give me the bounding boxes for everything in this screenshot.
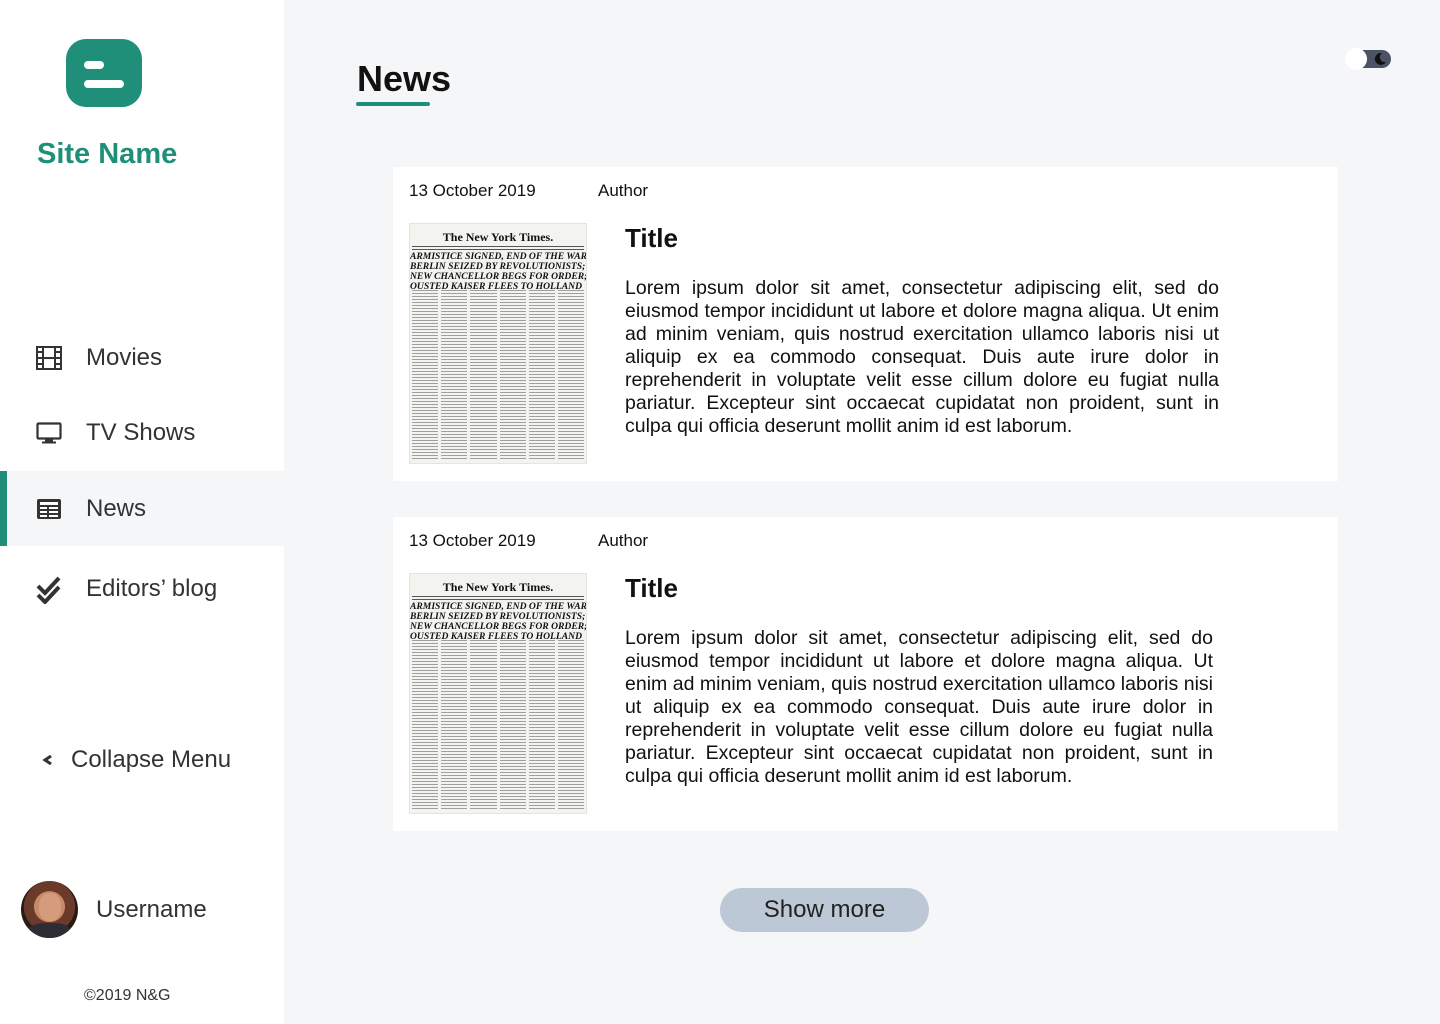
sidebar-item-label: Editors’ blog bbox=[86, 574, 218, 602]
article-thumbnail[interactable]: The New York Times. ARMISTICE SIGNED, EN… bbox=[409, 223, 587, 464]
article-date: 13 October 2019 bbox=[409, 181, 536, 200]
sidebar-item-editors-blog[interactable]: Editors’ blog bbox=[0, 551, 284, 626]
page-title: News bbox=[357, 58, 452, 99]
article-title[interactable]: Title bbox=[625, 223, 678, 254]
avatar[interactable] bbox=[21, 881, 78, 938]
sidebar-item-label: News bbox=[86, 494, 147, 522]
site-name[interactable]: Site Name bbox=[37, 138, 177, 171]
blogger-logo-icon[interactable] bbox=[66, 39, 142, 107]
news-card[interactable]: 13 October 2019 Author The New York Time… bbox=[393, 167, 1338, 481]
article-body: Lorem ipsum dolor sit amet, consectetur … bbox=[625, 627, 1213, 787]
article-thumbnail[interactable]: The New York Times. ARMISTICE SIGNED, EN… bbox=[409, 573, 587, 814]
newspaper-masthead: The New York Times. bbox=[442, 580, 554, 594]
chevron-left-icon bbox=[40, 753, 60, 767]
collapse-menu-label: Collapse Menu bbox=[71, 746, 232, 773]
sidebar-item-news[interactable]: News bbox=[0, 471, 284, 546]
sidebar-item-tv-shows[interactable]: TV Shows bbox=[0, 395, 284, 470]
collapse-menu-button[interactable]: Collapse Menu bbox=[40, 740, 231, 780]
article-title[interactable]: Title bbox=[625, 573, 678, 604]
moon-icon bbox=[1373, 52, 1387, 71]
newspaper-icon bbox=[36, 496, 62, 522]
copyright: ©2019 N&G bbox=[84, 987, 171, 1004]
theme-toggle[interactable] bbox=[1345, 48, 1391, 70]
title-underline bbox=[356, 102, 430, 106]
double-check-icon bbox=[36, 576, 62, 604]
article-date: 13 October 2019 bbox=[409, 531, 536, 550]
film-icon bbox=[36, 345, 62, 371]
article-author[interactable]: Author bbox=[598, 531, 648, 551]
show-more-button[interactable]: Show more bbox=[720, 888, 929, 932]
sidebar-item-label: TV Shows bbox=[86, 418, 196, 446]
sidebar: Site Name Movies TV Shows News Editors’ … bbox=[0, 0, 284, 1024]
sidebar-item-movies[interactable]: Movies bbox=[0, 320, 284, 395]
monitor-icon bbox=[36, 420, 62, 446]
newspaper-masthead: The New York Times. bbox=[442, 230, 554, 244]
article-author[interactable]: Author bbox=[598, 181, 648, 201]
article-body: Lorem ipsum dolor sit amet, consectetur … bbox=[625, 277, 1219, 437]
news-card[interactable]: 13 October 2019 Author The New York Time… bbox=[393, 517, 1338, 831]
sidebar-item-label: Movies bbox=[86, 343, 163, 371]
username: Username bbox=[96, 895, 207, 923]
user-profile[interactable]: Username bbox=[21, 881, 207, 938]
